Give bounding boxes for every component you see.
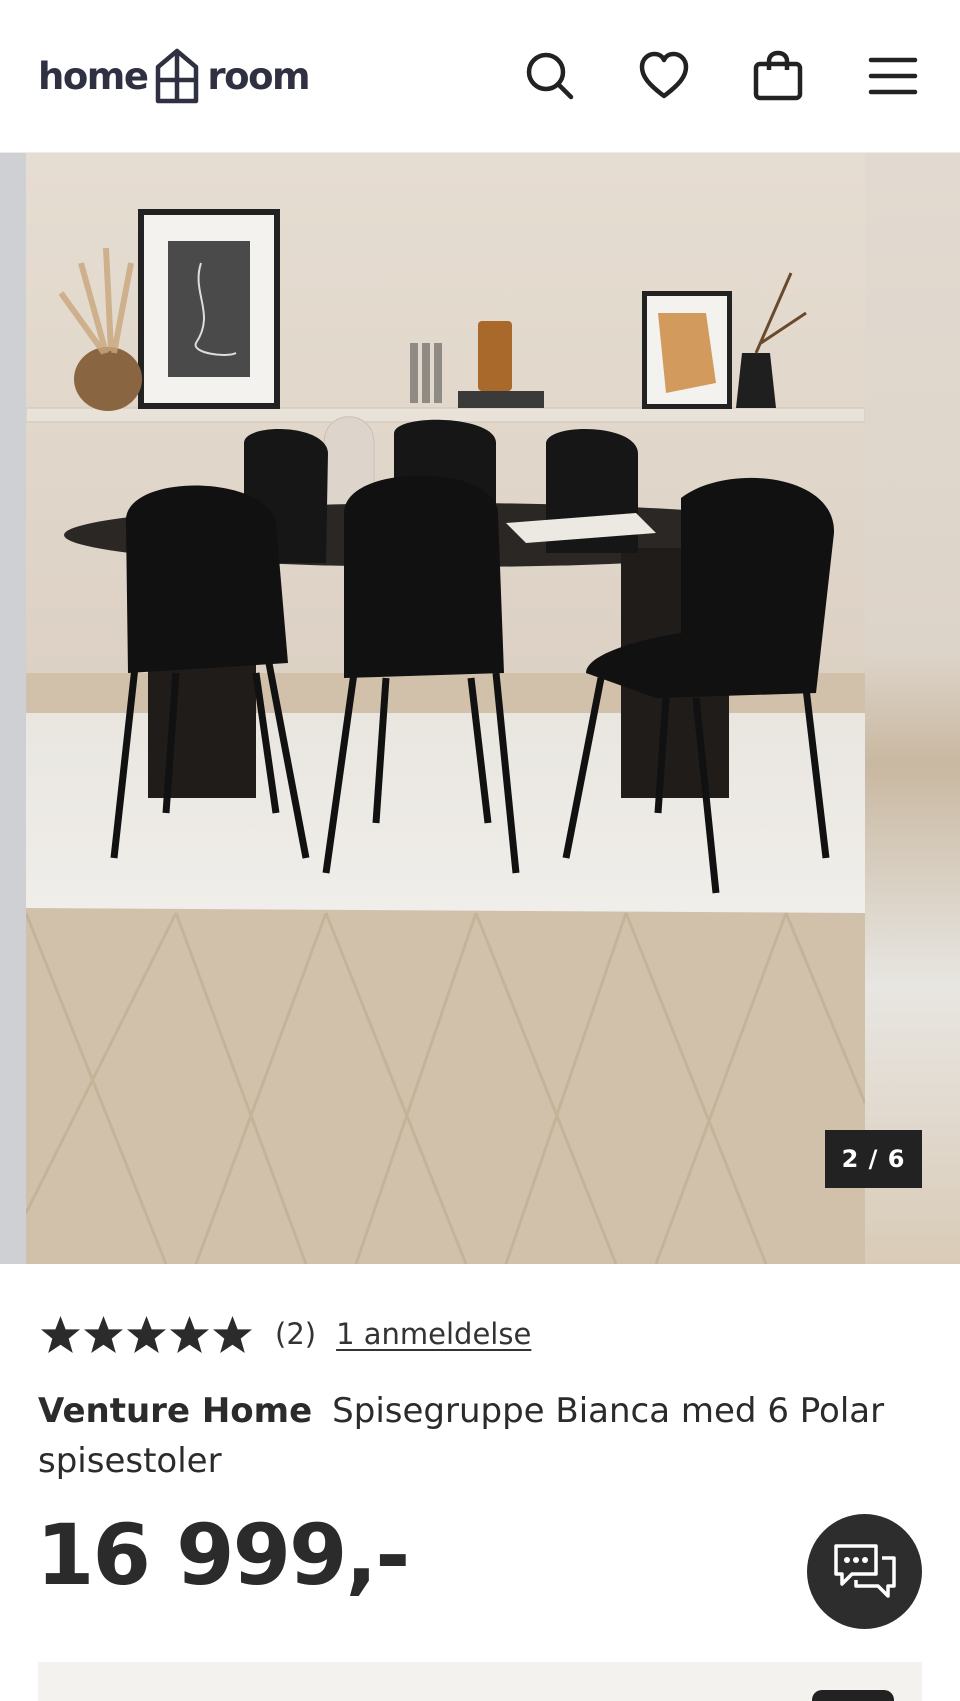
logo-text-home: home <box>38 54 149 98</box>
star-icon <box>127 1315 166 1353</box>
product-title: Venture Home Spisegruppe Bianca med 6 Pol… <box>38 1386 908 1486</box>
product-brand[interactable]: Venture Home <box>38 1391 312 1431</box>
logo-text-room: room <box>207 54 310 98</box>
star-icon <box>41 1315 80 1353</box>
search-icon <box>526 52 574 100</box>
rating-row: (2) 1 anmeldelse <box>40 1310 531 1358</box>
menu-button[interactable] <box>863 46 923 106</box>
star-rating <box>40 1314 253 1355</box>
previous-image-peek[interactable] <box>0 153 26 1264</box>
rating-count: (2) <box>275 1317 317 1351</box>
star-icon <box>170 1315 209 1353</box>
product-image-gallery[interactable]: 2 / 6 <box>0 153 960 1264</box>
image-counter: 2 / 6 <box>825 1130 922 1188</box>
menu-icon <box>868 57 918 95</box>
chat-button[interactable] <box>807 1514 922 1629</box>
house-logo-icon <box>156 48 199 104</box>
reviews-link[interactable]: 1 anmeldelse <box>336 1317 531 1351</box>
chat-bubbles-icon <box>833 1543 896 1598</box>
wishlist-button[interactable] <box>634 46 694 106</box>
search-button[interactable] <box>520 46 580 106</box>
star-icon <box>213 1315 252 1353</box>
heart-icon <box>639 51 689 99</box>
shopping-bag-icon <box>753 50 803 101</box>
star-icon <box>84 1315 123 1353</box>
product-image-dining-set[interactable] <box>26 153 865 1264</box>
promo-badge <box>812 1690 894 1701</box>
next-image-peek[interactable] <box>865 153 960 1264</box>
promo-box <box>38 1662 922 1701</box>
cart-button[interactable] <box>748 46 808 106</box>
product-price: 16 999,- <box>36 1506 410 1604</box>
home-room-logo[interactable]: home room <box>38 44 311 108</box>
site-header: home room <box>0 0 960 153</box>
